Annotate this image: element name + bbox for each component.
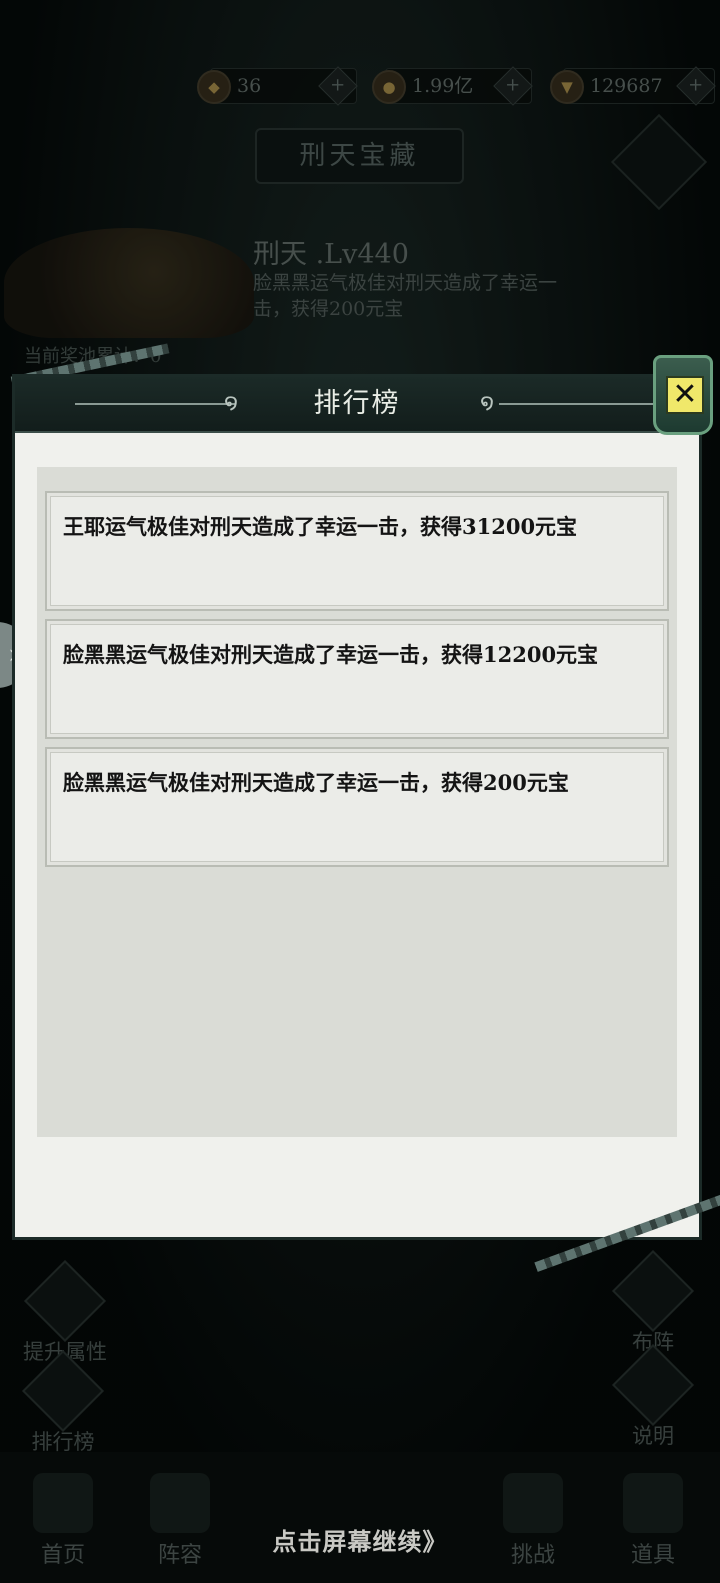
list-item-text: 脸黑黑运气极佳对刑天造成了幸运一击，获得12200元宝 xyxy=(63,642,599,667)
list-item-text: 脸黑黑运气极佳对刑天造成了幸运一击，获得200元宝 xyxy=(63,770,569,795)
list-item: 王耶运气极佳对刑天造成了幸运一击，获得31200元宝 xyxy=(45,491,669,611)
tap-to-continue[interactable]: 点击屏幕继续》 xyxy=(0,1522,720,1557)
modal-header: ໑ 排行榜 ໑ xyxy=(15,377,699,433)
close-button[interactable]: ✕ xyxy=(653,355,713,435)
list-item: 脸黑黑运气极佳对刑天造成了幸运一击，获得12200元宝 xyxy=(45,619,669,739)
swirl-icon: ໑ xyxy=(479,390,495,415)
ranking-modal: ໑ 排行榜 ໑ ✕ 王耶运气极佳对刑天造成了幸运一击，获得31200元宝 脸黑黑… xyxy=(12,355,713,1240)
ornament-right xyxy=(499,403,659,405)
close-icon: ✕ xyxy=(666,376,704,414)
list-item-text: 王耶运气极佳对刑天造成了幸运一击，获得31200元宝 xyxy=(63,514,578,539)
list-item: 脸黑黑运气极佳对刑天造成了幸运一击，获得200元宝 xyxy=(45,747,669,867)
ranking-list: 王耶运气极佳对刑天造成了幸运一击，获得31200元宝 脸黑黑运气极佳对刑天造成了… xyxy=(37,467,677,1137)
